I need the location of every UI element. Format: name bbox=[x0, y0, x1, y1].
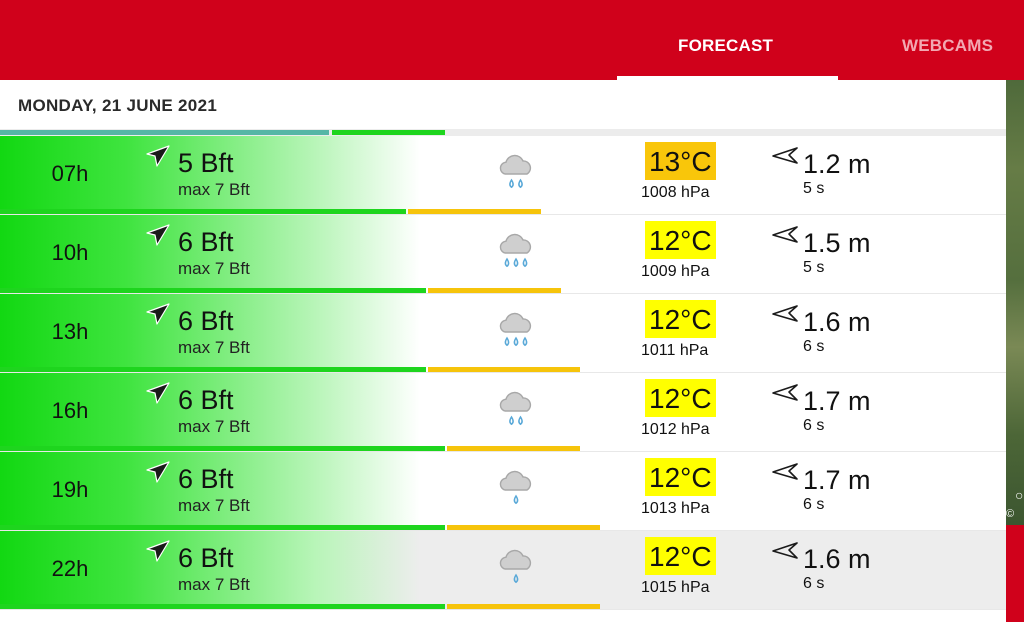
wave-direction-arrow-icon bbox=[772, 305, 798, 322]
wave-direction-arrow-icon bbox=[772, 226, 798, 243]
wind-strength-bar bbox=[0, 525, 445, 530]
wind-direction-arrow-icon bbox=[146, 145, 170, 167]
wave-direction-arrow-icon bbox=[772, 463, 798, 480]
wave-direction-arrow-icon bbox=[772, 147, 798, 164]
wind-gust-max: max 7 Bft bbox=[178, 259, 250, 278]
map-strip[interactable] bbox=[1006, 80, 1024, 525]
air-pressure: 1011 hPa bbox=[641, 342, 709, 359]
day-bar-segment bbox=[0, 130, 329, 135]
precipitation-bar bbox=[446, 525, 600, 530]
tab-forecast[interactable]: FORECAST bbox=[678, 36, 773, 56]
wave-period: 6 s bbox=[803, 338, 825, 355]
wind-strength-bar bbox=[0, 604, 445, 609]
wind-speed-bft: 6 Bft bbox=[178, 464, 234, 494]
wave-period: 6 s bbox=[803, 417, 825, 434]
forecast-row[interactable]: 13h 6 Bft max 7 Bft 12°C 1011 hPa 1.6 m6 s bbox=[0, 294, 1006, 373]
wave-height: 1.6 m bbox=[803, 544, 871, 574]
wave-height: 1.7 m bbox=[803, 386, 871, 416]
wind-gust-max: max 7 Bft bbox=[178, 417, 250, 436]
wave-height: 1.7 m bbox=[803, 465, 871, 495]
wind-speed-bft: 6 Bft bbox=[178, 543, 234, 573]
wave-direction-arrow-icon bbox=[772, 384, 798, 401]
cloud-rain-1-icon bbox=[499, 549, 532, 584]
map-copyright: © bbox=[1006, 508, 1015, 520]
forecast-row[interactable]: 10h 6 Bft max 7 Bft 12°C 1009 hPa 1.5 m5 s bbox=[0, 215, 1006, 294]
row-hour: 19h bbox=[51, 477, 89, 502]
temperature-badge: 12°C bbox=[645, 379, 716, 417]
wave-height: 1.6 m bbox=[803, 307, 871, 337]
row-hour: 07h bbox=[51, 161, 89, 186]
wind-speed-bft: 6 Bft bbox=[178, 306, 234, 336]
precipitation-bar bbox=[427, 367, 581, 372]
precipitation-bar bbox=[446, 446, 581, 451]
row-hour: 16h bbox=[51, 398, 89, 423]
wave-height: 1.2 m bbox=[803, 149, 871, 179]
air-pressure: 1009 hPa bbox=[641, 263, 710, 280]
wave-period: 5 s bbox=[803, 259, 825, 276]
cloud-rain-2-icon bbox=[499, 154, 532, 189]
wind-direction-arrow-icon bbox=[146, 303, 170, 325]
wind-speed-bft: 6 Bft bbox=[178, 385, 234, 415]
air-pressure: 1008 hPa bbox=[641, 184, 710, 201]
forecast-row[interactable]: 22h 6 Bft max 7 Bft 12°C 1015 hPa 1.6 m6 s bbox=[0, 531, 1006, 610]
date-header: MONDAY, 21 JUNE 2021 bbox=[18, 96, 218, 115]
precipitation-bar bbox=[408, 209, 542, 214]
cloud-rain-1-icon bbox=[499, 470, 532, 505]
wind-direction-arrow-icon bbox=[146, 224, 170, 246]
cloud-rain-2-icon bbox=[499, 391, 532, 426]
air-pressure: 1013 hPa bbox=[641, 500, 710, 517]
forecast-row[interactable]: 07h 5 Bft max 7 Bft 13°C 1008 hPa 1.2 m5 s bbox=[0, 136, 1006, 215]
wind-strength-bar bbox=[0, 446, 445, 451]
wave-period: 6 s bbox=[803, 575, 825, 592]
wave-direction-arrow-icon bbox=[772, 542, 798, 559]
wind-speed-bft: 5 Bft bbox=[178, 148, 234, 178]
air-pressure: 1012 hPa bbox=[641, 421, 710, 438]
wind-speed-bft: 6 Bft bbox=[178, 227, 234, 257]
temperature-badge: 12°C bbox=[645, 537, 716, 575]
temperature-badge: 13°C bbox=[645, 142, 716, 180]
cloud-rain-3-icon bbox=[499, 233, 532, 268]
day-summary-bar bbox=[0, 129, 1006, 136]
cloud-rain-3-icon bbox=[499, 312, 532, 347]
row-hour: 22h bbox=[51, 556, 89, 581]
temperature-badge: 12°C bbox=[645, 458, 716, 496]
temperature-badge: 12°C bbox=[645, 221, 716, 259]
wind-direction-arrow-icon bbox=[146, 382, 170, 404]
precipitation-bar bbox=[427, 288, 562, 293]
map-scale-icon: ○ bbox=[1015, 487, 1024, 503]
wave-period: 5 s bbox=[803, 180, 825, 197]
app-header: FORECAST WEBCAMS bbox=[0, 0, 1024, 80]
wind-strength-bar bbox=[0, 288, 426, 293]
wind-gust-max: max 7 Bft bbox=[178, 180, 250, 199]
forecast-row[interactable]: 16h 6 Bft max 7 Bft 12°C 1012 hPa 1.7 m6 s bbox=[0, 373, 1006, 452]
forecast-list: 07h 5 Bft max 7 Bft 13°C 1008 hPa 1.2 m5 s 10h… bbox=[0, 136, 1006, 610]
wave-height: 1.5 m bbox=[803, 228, 871, 258]
air-pressure: 1015 hPa bbox=[641, 579, 710, 596]
temperature-badge: 12°C bbox=[645, 300, 716, 338]
wind-strength-bar bbox=[0, 367, 426, 372]
row-hour: 13h bbox=[51, 319, 89, 344]
day-bar-segment bbox=[331, 130, 445, 135]
wind-gust-max: max 7 Bft bbox=[178, 496, 250, 515]
wave-period: 6 s bbox=[803, 496, 825, 513]
precipitation-bar bbox=[446, 604, 600, 609]
tab-webcams[interactable]: WEBCAMS bbox=[902, 36, 993, 56]
wind-strength-bar bbox=[0, 209, 407, 214]
wind-direction-arrow-icon bbox=[146, 461, 170, 483]
wind-gust-max: max 7 Bft bbox=[178, 338, 250, 357]
wind-direction-arrow-icon bbox=[146, 540, 170, 562]
wind-gust-max: max 7 Bft bbox=[178, 575, 250, 594]
forecast-row[interactable]: 19h 6 Bft max 7 Bft 12°C 1013 hPa 1.7 m6 s bbox=[0, 452, 1006, 531]
forecast-panel: MONDAY, 21 JUNE 2021 07h 5 Bft max 7 Bft 13… bbox=[0, 80, 1006, 622]
row-hour: 10h bbox=[51, 240, 89, 265]
